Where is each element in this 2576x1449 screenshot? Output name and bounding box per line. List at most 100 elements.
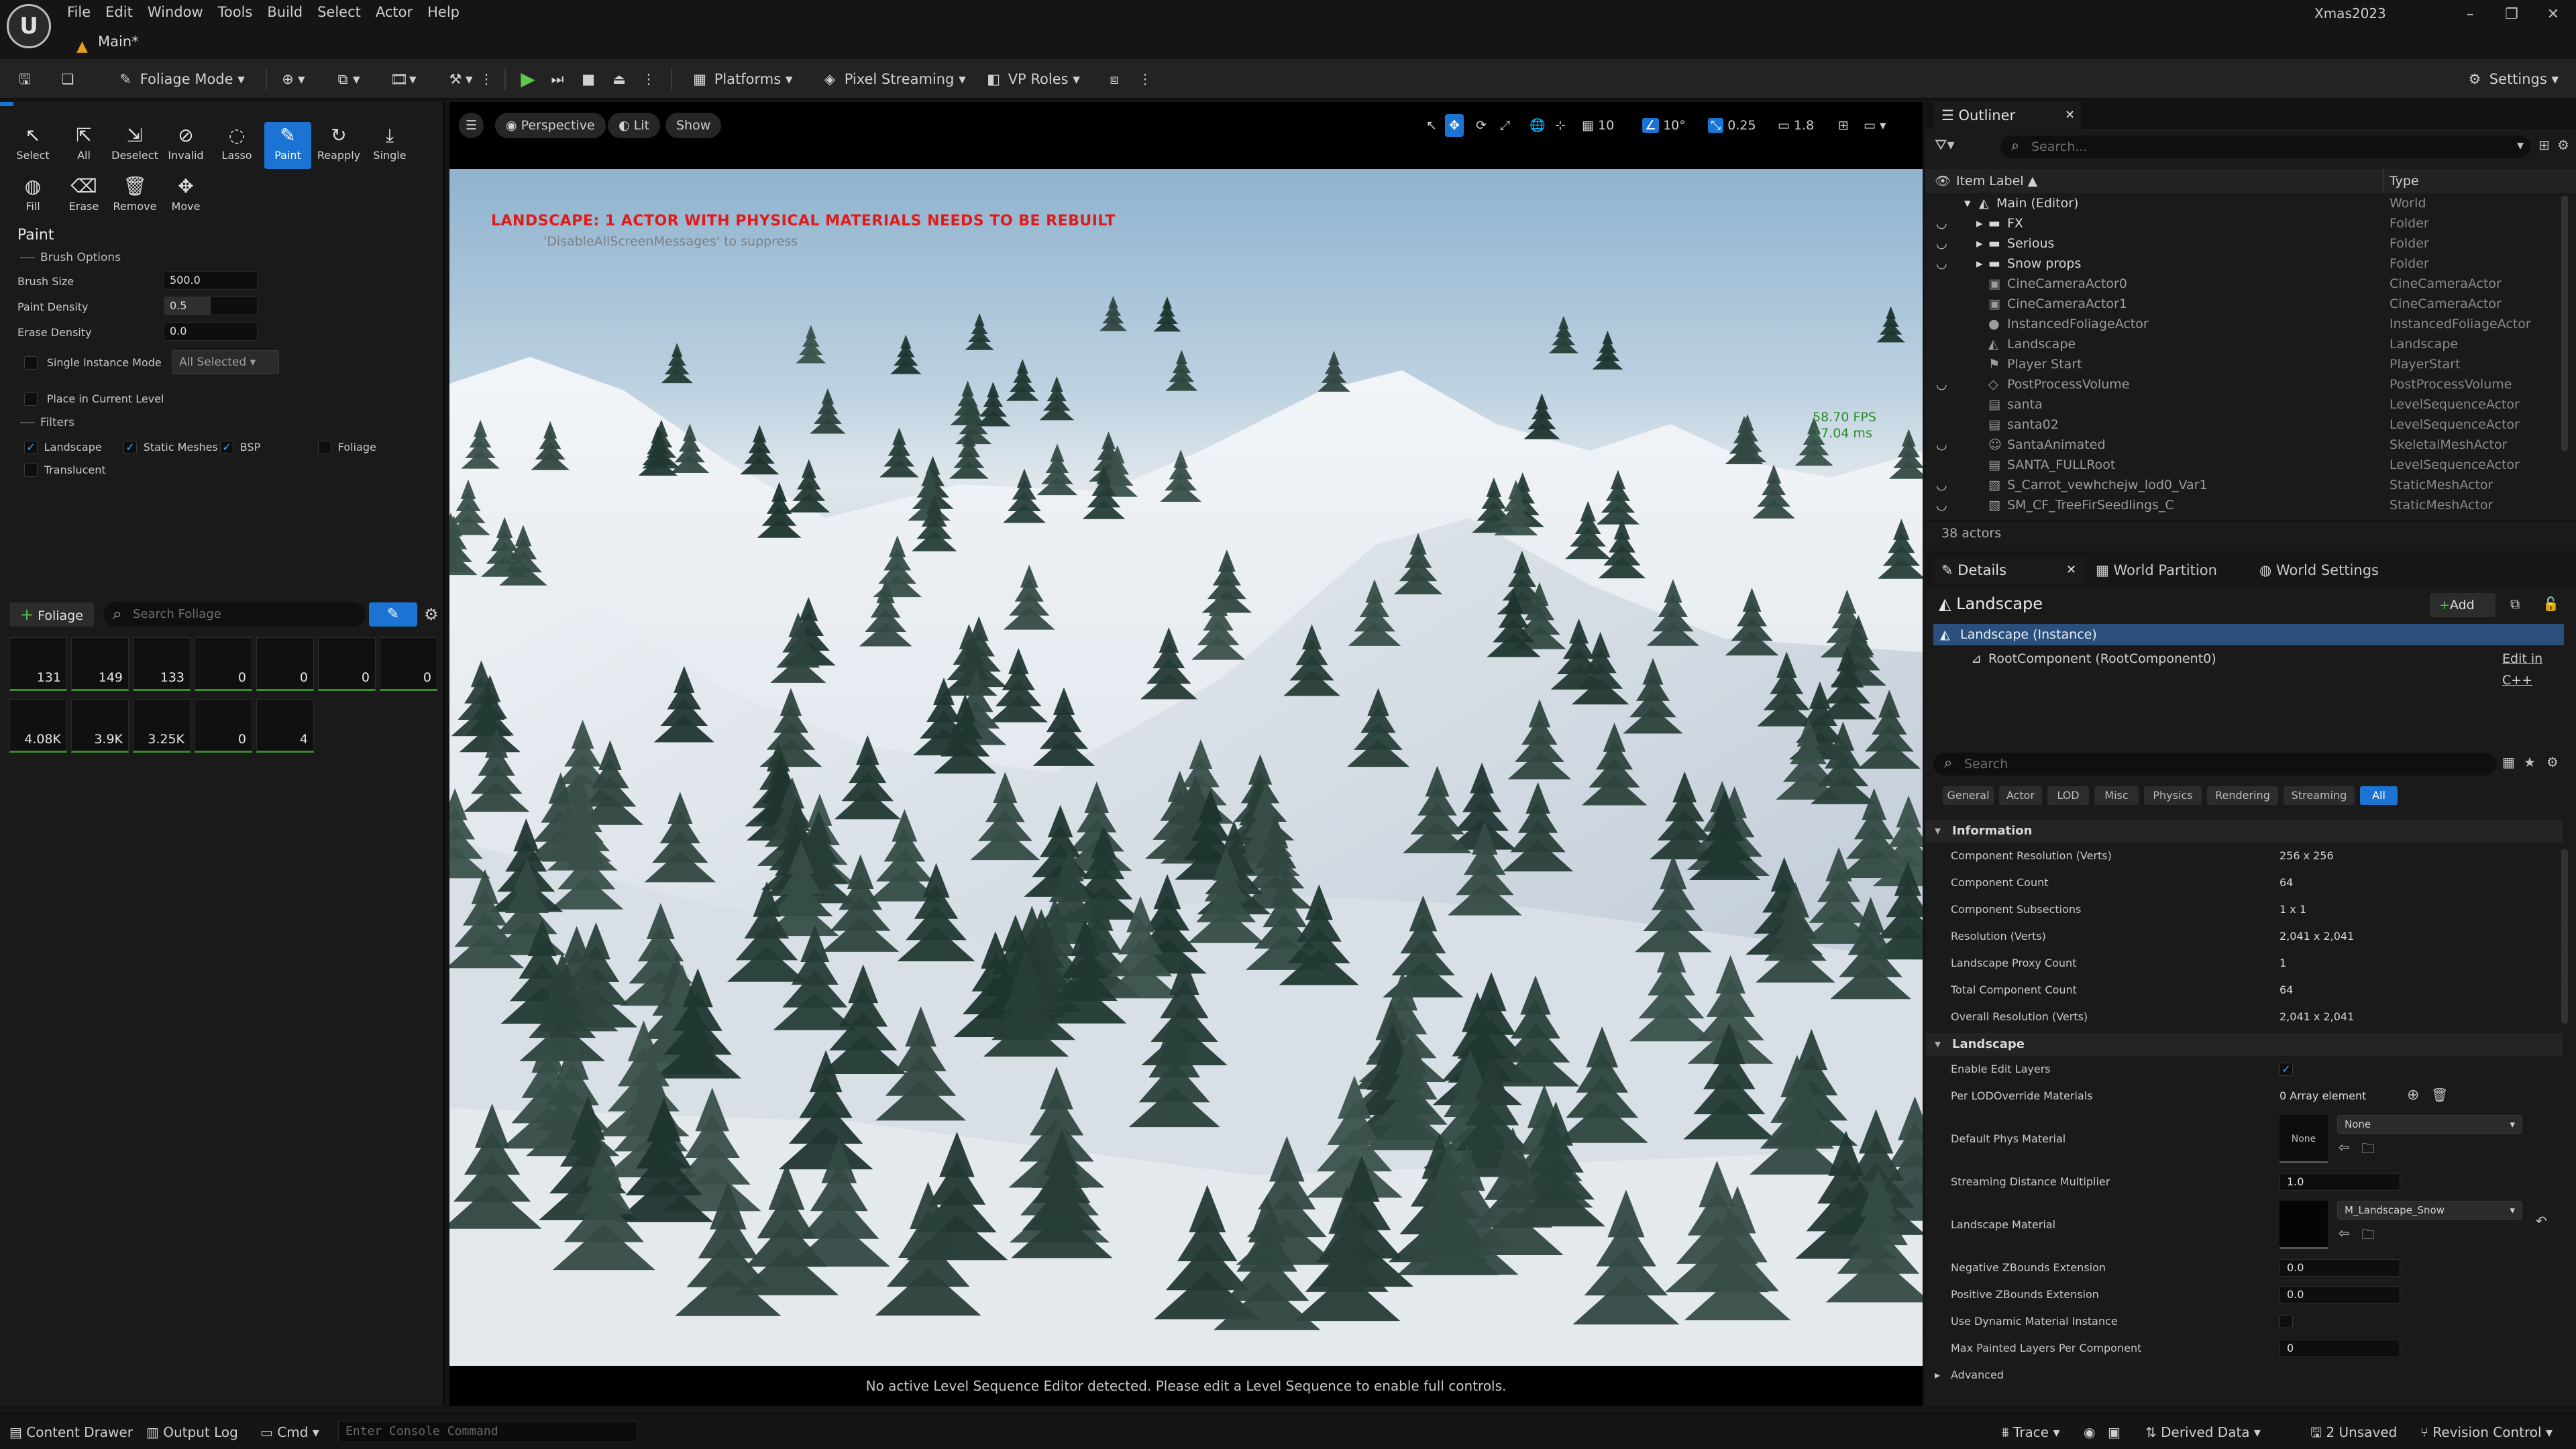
details-tab[interactable]: ✎ Details ✕ [1933,557,2085,584]
filter-translucent[interactable]: Translucent [24,463,106,477]
trace-button[interactable]: ⩩ Trace ▾ [2002,1422,2060,1442]
expand-icon[interactable]: ▸ [1976,254,1983,274]
visibility-icon[interactable]: ◡ [1936,374,1947,394]
close-tab-icon[interactable]: ✕ [2066,557,2076,584]
menu-select[interactable]: Select [317,0,376,23]
details-search-input[interactable]: Search [1933,752,2497,775]
translate-icon[interactable]: ✥ [1445,114,1464,137]
gear-icon[interactable]: ⚙ [2546,754,2559,770]
visibility-icon[interactable]: ◡ [1936,495,1947,515]
stop-icon[interactable]: ■ [578,66,598,93]
restore-icon[interactable]: ❐ [2490,0,2533,30]
rotation-snap-button[interactable]: ∠ 10° [1642,114,1686,137]
menu-window[interactable]: Window [148,0,218,23]
step-icon[interactable]: ⏭ [547,66,568,93]
derived-data-button[interactable]: ⇅ Derived Data ▾ [2145,1422,2261,1442]
save-icon[interactable]: 🖫 [15,66,35,93]
enable-edit-layers-checkbox[interactable]: ✓ [2279,1063,2293,1076]
menu-tools[interactable]: Tools [218,0,268,23]
material-thumbnail[interactable] [2279,1201,2328,1249]
modeling-icon[interactable]: ⚒ ▾ [445,66,473,93]
add-foliage-button[interactable]: + Foliage [9,602,94,627]
more-options-icon[interactable]: ⋮ [476,66,496,93]
browse-folder-icon[interactable]: 🗀 [2361,1139,2375,1162]
scale-snap-button[interactable]: ⤡ 0.25 [1708,114,1756,137]
trash-icon[interactable]: 🗑 [2431,1087,2448,1103]
foliage-tile[interactable]: 0 [318,637,376,691]
visibility-icon[interactable]: ◡ [1936,475,1947,495]
rotate-icon[interactable]: ⟳ [1476,114,1487,137]
negative-zbounds-input[interactable]: 0.0 [2279,1259,2400,1277]
reset-icon[interactable]: ↶ [2536,1213,2547,1229]
maximize-viewport-icon[interactable]: ⊞ [1838,114,1849,137]
add-component-button[interactable]: +Add [2430,593,2496,617]
phys-material-thumbnail[interactable]: None [2279,1115,2328,1163]
filter-translucent-checkbox[interactable] [24,464,38,477]
lit-button[interactable]: ◐ Lit [608,113,660,138]
advanced-row[interactable]: ▸ Advanced [1925,1362,2563,1389]
outliner-row-serious[interactable]: ◡ ▸ ▬ Serious Folder [1925,233,2563,254]
minimize-icon[interactable]: – [2449,0,2491,30]
world-space-icon[interactable]: 🌐 [1529,114,1546,137]
foliage-tile[interactable]: 149 [71,637,129,691]
grid-snap-button[interactable]: ▦ 10 [1582,114,1614,137]
play-options-icon[interactable]: ⋮ [639,66,659,93]
outliner-row-santa[interactable]: ▤ santa LevelSequenceActor [1925,394,2563,415]
category-lod[interactable]: LOD [2047,786,2089,805]
source-control-icon[interactable]: ⧈ [1104,66,1124,93]
menu-file[interactable]: File [67,0,105,23]
foliage-tile[interactable]: 3.9K [71,699,129,753]
outliner-scrollbar[interactable] [2561,196,2568,451]
expand-icon[interactable]: ▾ [1964,193,1971,213]
category-physics[interactable]: Physics [2144,786,2202,805]
close-tab-icon[interactable]: ✕ [2065,102,2075,129]
scale-icon[interactable]: ⤢ [1500,114,1510,137]
category-rendering[interactable]: Rendering [2207,786,2278,805]
cmd-dropdown[interactable]: ▭ Cmd ▾ [260,1422,319,1442]
content-drawer-button[interactable]: ▤ Content Drawer [9,1422,133,1442]
category-general[interactable]: General [1943,786,1994,805]
lock-icon[interactable]: 🔓 [2542,596,2559,612]
foliage-tile[interactable]: 4.08K [9,699,67,753]
expand-icon[interactable]: ▸ [1976,213,1983,233]
camera-speed-button[interactable]: ▭ 1.8 [1778,114,1814,137]
paint-toggle-icon[interactable]: ✎ [369,602,417,627]
browse-icon[interactable]: ❏ [58,66,78,93]
menu-actor[interactable]: Actor [376,0,427,23]
outliner-row-foliage-actor[interactable]: ● InstancedFoliageActor InstancedFoliage… [1925,314,2563,334]
filter-icon[interactable]: ⛛▾ [1935,137,1955,154]
filter-landscape[interactable]: ✓ Landscape [24,440,102,454]
add-folder-icon[interactable]: ⊞ [2538,137,2550,153]
outliner-row-player-start[interactable]: ⚑ Player Start PlayerStart [1925,354,2563,374]
mode-selector[interactable]: ✎ Foliage Mode ▾ [115,66,245,93]
phys-material-dropdown[interactable]: None ▾ [2337,1115,2522,1134]
foliage-tile[interactable]: 131 [9,637,67,691]
information-group[interactable]: Information [1925,820,2563,843]
filter-static-meshes-checkbox[interactable]: ✓ [123,441,137,454]
tool-invalid[interactable]: ⊘ Invalid [162,122,209,169]
outliner-row-santa-full[interactable]: ▤ SANTA_FULLRoot LevelSequenceActor [1925,455,2563,475]
level-tab[interactable]: ▲ Main* [71,28,172,55]
tool-paint[interactable]: ✎ Paint [264,122,311,169]
brush-size-input[interactable]: 500.0 [164,271,258,290]
foliage-tile[interactable]: 4 [256,699,314,753]
tool-deselect[interactable]: ⇲ Deselect [111,122,158,169]
output-log-button[interactable]: ▥ Output Log [146,1422,238,1442]
perspective-button[interactable]: ◉ Perspective [495,113,606,138]
streaming-distance-input[interactable]: 1.0 [2279,1173,2400,1191]
outliner-row-cinecamera1[interactable]: ▣ CineCameraActor1 CineCameraActor [1925,294,2563,314]
outliner-row-cinecamera0[interactable]: ▣ CineCameraActor0 CineCameraActor [1925,274,2563,294]
revision-control-button[interactable]: ⑂ Revision Control ▾ [2420,1422,2553,1442]
camera-icon[interactable]: ▣ [2108,1422,2121,1442]
item-label-column[interactable]: Item Label ▲ [1956,169,2037,193]
menu-build[interactable]: Build [267,0,317,23]
visibility-icon[interactable]: ◡ [1936,254,1947,274]
close-window-icon[interactable]: ✕ [2532,0,2575,30]
outliner-row-tree-seedlings[interactable]: ◡ ▧ SM_CF_TreeFirSeedlings_C StaticMeshA… [1925,495,2563,515]
blueprint-icon[interactable]: ⧉ [2510,596,2520,612]
record-icon[interactable]: ◉ [2084,1422,2095,1442]
tool-erase[interactable]: ⌫ Erase [60,173,107,220]
outliner-row-snow-props[interactable]: ◡ ▸ ▬ Snow props Folder [1925,254,2563,274]
pixel-streaming-button[interactable]: ◈ Pixel Streaming ▾ [820,66,966,93]
show-button[interactable]: Show [665,113,722,138]
